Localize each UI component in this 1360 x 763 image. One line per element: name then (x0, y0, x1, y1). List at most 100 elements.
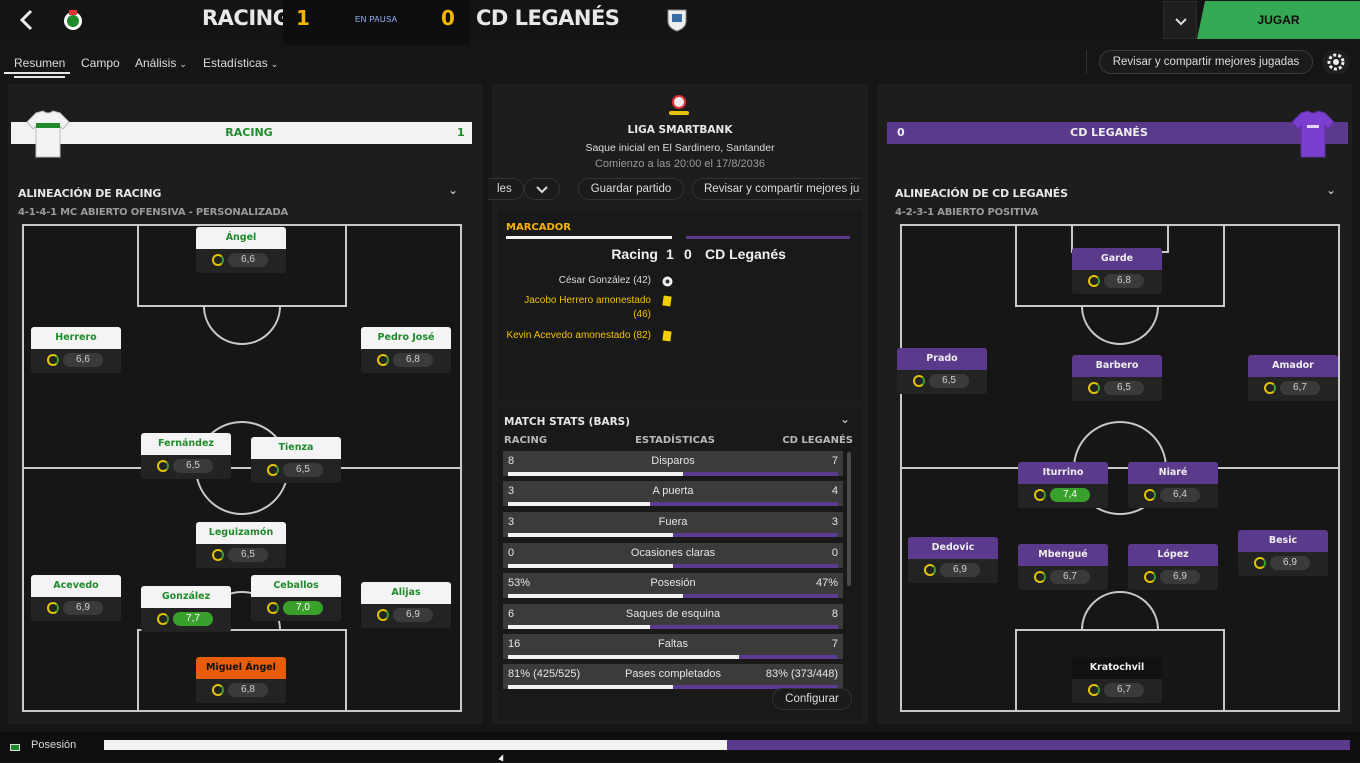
rating-progress-icon (1088, 382, 1100, 394)
player-card[interactable]: Leguizamón 6,5 (196, 522, 286, 568)
divider (1086, 50, 1087, 74)
yellow-card-icon (662, 295, 672, 307)
scoreboard-home-score: 1 (666, 246, 674, 262)
player-card[interactable]: Besic 6,9 (1238, 530, 1328, 576)
stats-scrollbar[interactable] (847, 452, 851, 586)
player-name: Tienza (251, 437, 341, 459)
player-card[interactable]: Herrero 6,6 (31, 327, 121, 373)
rating-progress-icon (267, 602, 279, 614)
stat-home-bar (508, 472, 683, 476)
event-goal: César González (42) (558, 275, 651, 286)
home-lineup-title: ALINEACIÓN DE RACING (18, 187, 162, 200)
stat-row: 16 Faltas 7 (503, 634, 843, 659)
stat-home-bar (508, 533, 673, 537)
collapse-chevron-icon[interactable]: ⌄ (840, 412, 850, 426)
player-rating: 6,8 (212, 683, 270, 697)
tab-analisis[interactable]: Análisis ⌄ (135, 56, 187, 70)
player-card[interactable]: Ángel 6,6 (196, 227, 286, 273)
player-rating: 6,6 (47, 353, 105, 367)
player-card[interactable]: Mbengué 6,7 (1018, 544, 1108, 590)
away-shirt-icon (1291, 109, 1335, 159)
away-team-bar: 0 CD LEGANÉS (887, 122, 1348, 144)
rating-progress-icon (47, 354, 59, 366)
rating-value: 6,7 (1050, 570, 1090, 584)
player-card[interactable]: González 7,7 (141, 586, 231, 632)
player-card[interactable]: Niaré 6,4 (1128, 462, 1218, 508)
player-card[interactable]: Prado 6,5 (897, 348, 987, 394)
stat-label: Ocasiones claras (630, 547, 716, 559)
player-card[interactable]: Garde 6,8 (1072, 248, 1162, 294)
possession-track (104, 740, 1350, 750)
home-score: 1 (296, 6, 310, 30)
back-arrow-icon[interactable] (16, 8, 38, 32)
collapse-chevron-icon[interactable]: ⌄ (1326, 183, 1336, 197)
player-rating: 6,8 (1088, 274, 1146, 288)
gear-icon[interactable] (1322, 50, 1350, 74)
rating-progress-icon (157, 460, 169, 472)
home-bar-name: RACING (225, 126, 273, 139)
options-dropdown-button[interactable] (1163, 1, 1197, 39)
player-name: Ángel (196, 227, 286, 249)
player-card[interactable]: Dedovic 6,9 (908, 537, 998, 583)
stat-away-value: 8 (831, 608, 838, 620)
stat-away-value: 83% (373/448) (765, 668, 838, 680)
player-name: González (141, 586, 231, 608)
player-card[interactable]: Fernández 6,5 (141, 433, 231, 479)
player-rating: 6,5 (267, 463, 325, 477)
rating-progress-icon (1144, 489, 1156, 501)
league-name: LIGA SMARTBANK (627, 124, 733, 136)
rating-value: 6,6 (63, 353, 103, 367)
player-card[interactable]: Alijas 6,9 (361, 582, 451, 628)
player-rating: 6,9 (924, 563, 982, 577)
review-highlights-button[interactable]: Revisar y compartir mejores jugadas (1099, 50, 1313, 74)
configure-button[interactable]: Configurar (772, 688, 852, 710)
stats-title: MATCH STATS (BARS) (504, 416, 631, 428)
rating-progress-icon (1264, 382, 1276, 394)
tab-resumen[interactable]: Resumen (14, 56, 66, 78)
player-card[interactable]: Barbero 6,5 (1072, 355, 1162, 401)
stat-away-bar (673, 564, 838, 568)
player-name: Acevedo (31, 575, 121, 597)
player-name: Ceballos (251, 575, 341, 597)
review-highlights-button-clipped[interactable]: Revisar y compartir mejores ju (692, 178, 862, 200)
event-yellow-card: Kevin Acevedo amonestado (82) (506, 330, 651, 341)
player-card[interactable]: Tienza 6,5 (251, 437, 341, 483)
tab-campo[interactable]: Campo (81, 56, 120, 70)
player-card[interactable]: Kratochvil 6,7 (1072, 657, 1162, 703)
player-card[interactable]: Miguel Ángel 6,8 (196, 657, 286, 703)
rating-value: 6,8 (1104, 274, 1144, 288)
player-card[interactable]: Amador 6,7 (1248, 355, 1338, 401)
play-button[interactable]: JUGAR (1197, 1, 1360, 39)
top-bar: RACING 1 EN PAUSA 0 CD LEGANÉS JUGAR (0, 0, 1360, 45)
rating-value: 6,7 (1280, 381, 1320, 395)
leganes-crest-icon (665, 8, 687, 32)
scoreboard-title: MARCADOR (506, 222, 571, 233)
player-name: Pedro José (361, 327, 451, 349)
player-name: Amador (1248, 355, 1338, 377)
scoreboard-home-name: Racing (611, 246, 658, 262)
rating-value: 6,9 (940, 563, 980, 577)
player-card[interactable]: López 6,9 (1128, 544, 1218, 590)
stat-row: 53% Posesión 47% (503, 573, 843, 598)
player-rating: 6,9 (47, 601, 105, 615)
player-card[interactable]: Pedro José 6,8 (361, 327, 451, 373)
chevron-down-icon: ⌄ (270, 59, 279, 69)
stat-home-bar (508, 564, 673, 568)
player-name: Prado (897, 348, 987, 370)
save-match-button[interactable]: Guardar partido (578, 178, 684, 200)
player-card[interactable]: Iturrino 7,4 (1018, 462, 1108, 508)
rating-progress-icon (1088, 275, 1100, 287)
rating-progress-icon (1034, 571, 1046, 583)
away-team-name: CD LEGANÉS (476, 6, 620, 30)
collapse-chevron-icon[interactable]: ⌄ (448, 183, 458, 197)
partial-control[interactable]: les (488, 178, 524, 200)
stat-home-bar (508, 685, 673, 689)
player-card[interactable]: Ceballos 7,0 (251, 575, 341, 621)
toolbar-dropdown-button[interactable] (524, 178, 560, 200)
scoreboard: 1 EN PAUSA 0 (283, 0, 470, 45)
player-card[interactable]: Acevedo 6,9 (31, 575, 121, 621)
possession-fill (104, 740, 727, 750)
tab-estadisticas[interactable]: Estadísticas ⌄ (203, 56, 278, 70)
player-name: Alijas (361, 582, 451, 604)
away-pitch (900, 224, 1340, 712)
